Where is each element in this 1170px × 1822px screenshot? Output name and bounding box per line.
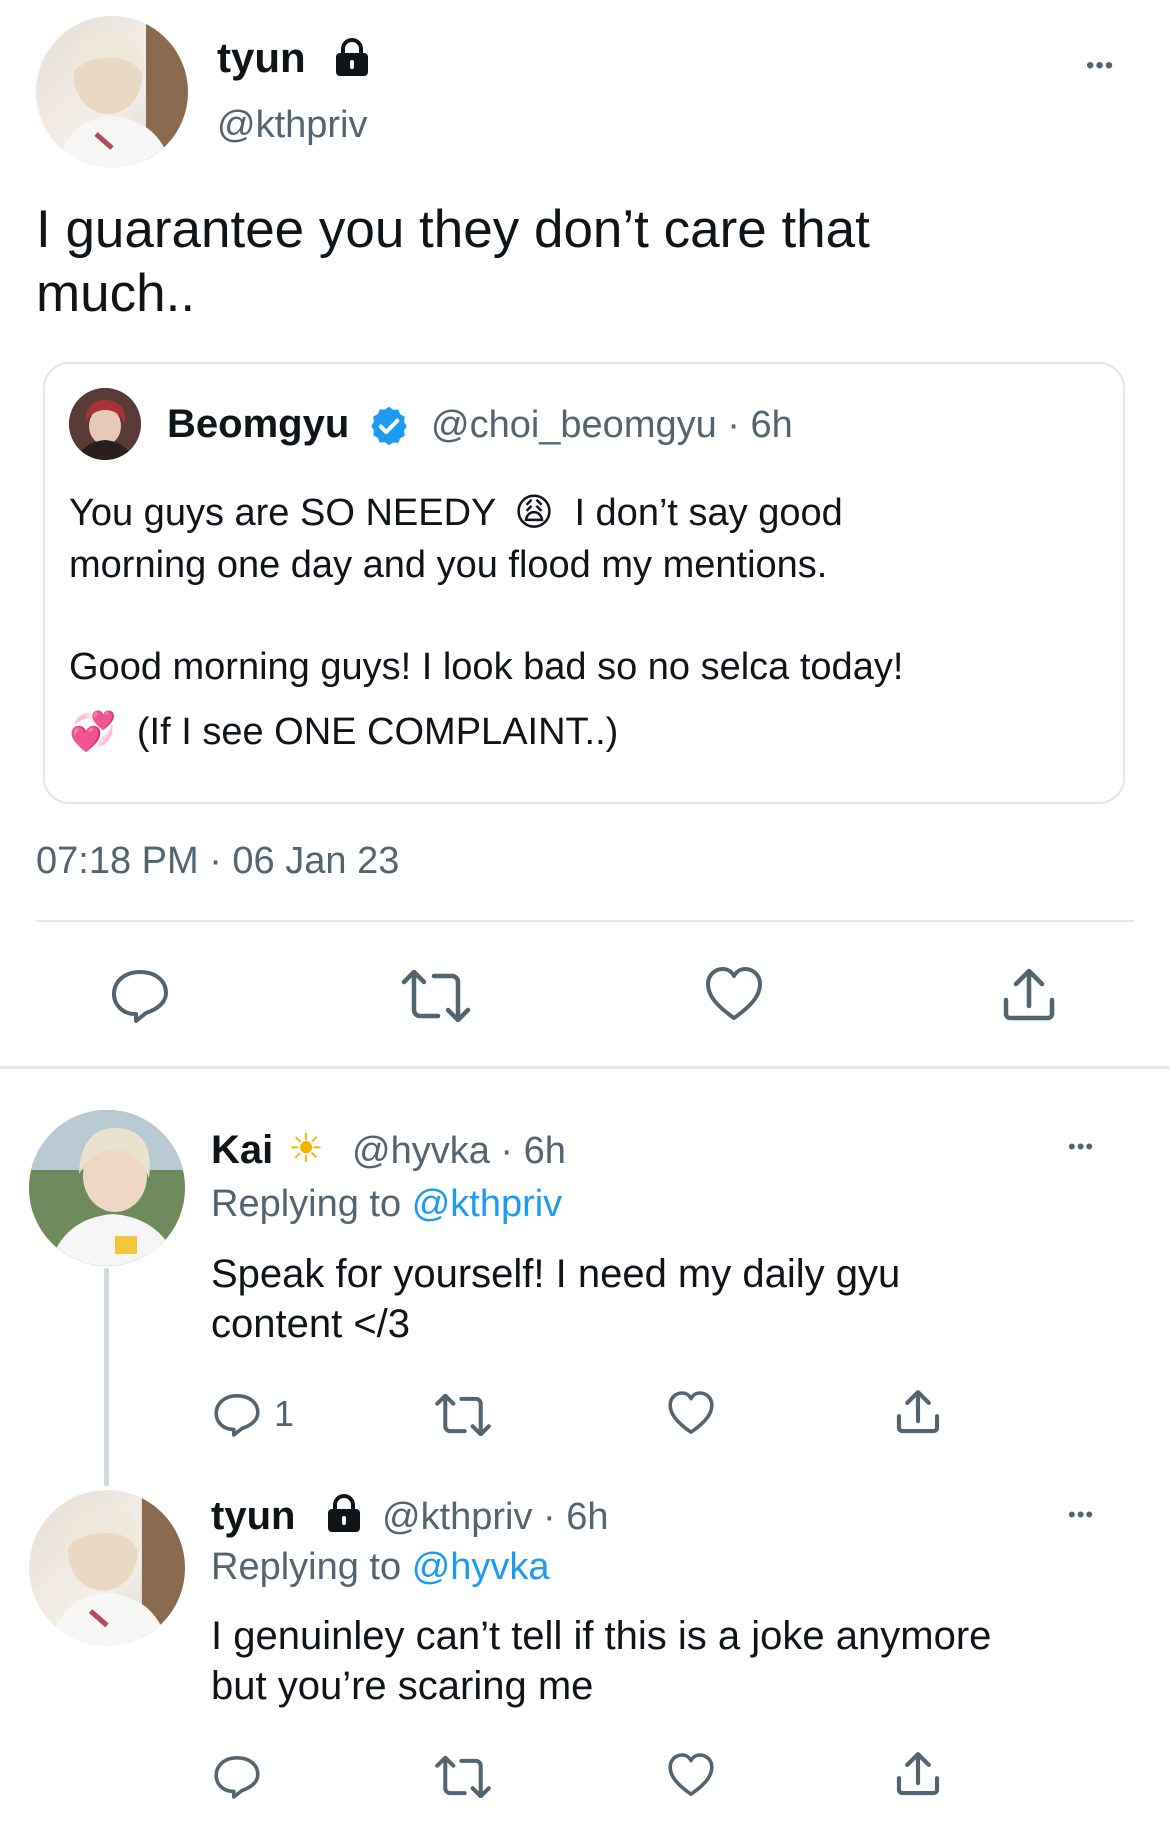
verified-badge-icon [367, 404, 411, 448]
divider-main-tweet [0, 1066, 1170, 1069]
reply2-replying-prefix: Replying to [211, 1546, 402, 1588]
quoted-text-line1-part2: I don’t say good [574, 492, 843, 534]
main-display-name[interactable]: tyun [217, 34, 306, 82]
retweet-icon[interactable] [400, 970, 472, 1022]
reply2-reply-icon[interactable] [213, 1754, 261, 1800]
thread-line [104, 1268, 109, 1486]
reply1-like-icon[interactable] [667, 1390, 715, 1436]
quoted-text-line3: Good morning guys! I look bad so no selc… [69, 646, 904, 688]
main-tweet-text-line2: much.. [36, 264, 196, 323]
reply2-retweet-icon[interactable] [434, 1756, 492, 1798]
heart-emoji: 💞 [69, 711, 117, 753]
lock-icon [332, 38, 372, 78]
quoted-text-line4: 💞 (If I see ONE COMPLAINT..) [69, 710, 618, 754]
reply2-like-icon[interactable] [667, 1752, 715, 1798]
main-handle[interactable]: @kthpriv [217, 104, 368, 147]
reply1-replying-handle-link[interactable]: @kthpriv [412, 1183, 563, 1225]
sun-emoji: ☀ [288, 1127, 324, 1171]
main-tweet-text-line1: I guarantee you they don’t care that [36, 200, 870, 259]
reply1-display-name[interactable]: Kai [211, 1128, 273, 1173]
reply2-lock-icon [324, 1494, 364, 1534]
quoted-tweet-card[interactable]: Beomgyu @choi_beomgyu · 6h You guys are … [43, 362, 1125, 804]
quoted-text-line1: You guys are SO NEEDY 😩 I don’t say good [69, 490, 843, 535]
reply2-display-name[interactable]: tyun [211, 1494, 295, 1539]
weary-face-emoji: 😩 [514, 492, 554, 534]
reply-icon[interactable] [110, 968, 170, 1024]
reply1-text-line1: Speak for yourself! I need my daily gyu [211, 1252, 901, 1296]
reply2-share-icon[interactable] [894, 1750, 942, 1798]
share-icon[interactable] [1000, 966, 1058, 1024]
reply1-more-options-button[interactable]: ••• [1068, 1134, 1094, 1160]
reply2-text-line2: but you’re scaring me [211, 1664, 594, 1708]
reply2-more-options-button[interactable]: ••• [1068, 1502, 1094, 1528]
reply2-text-line1: I genuinley can’t tell if this is a joke… [211, 1614, 992, 1658]
reply1-replying-prefix: Replying to [211, 1183, 402, 1225]
more-options-button[interactable]: ••• [1086, 52, 1114, 80]
reply1-handle-time[interactable]: @hyvka · 6h [352, 1130, 566, 1173]
reply1-retweet-icon[interactable] [434, 1394, 492, 1436]
quoted-text-line4-text: (If I see ONE COMPLAINT..) [136, 711, 619, 753]
quoted-display-name[interactable]: Beomgyu [167, 402, 349, 447]
reply1-share-icon[interactable] [894, 1388, 942, 1436]
reply2-replying-to: Replying to @hyvka [211, 1546, 550, 1589]
quoted-text-line1-part1: You guys are SO NEEDY [69, 492, 496, 534]
reply2-handle-time[interactable]: @kthpriv · 6h [382, 1496, 609, 1539]
divider-timestamp [36, 920, 1134, 922]
reply1-reply-count: 1 [274, 1393, 295, 1434]
quoted-handle-time[interactable]: @choi_beomgyu · 6h [431, 404, 793, 447]
quoted-text-line2: morning one day and you flood my mention… [69, 544, 828, 586]
avatar-kai[interactable] [29, 1110, 185, 1266]
reply2-replying-handle-link[interactable]: @hyvka [412, 1546, 550, 1588]
like-icon[interactable] [704, 966, 764, 1022]
reply1-replying-to: Replying to @kthpriv [211, 1183, 562, 1226]
avatar-tyun-reply[interactable] [29, 1490, 185, 1646]
avatar-beomgyu[interactable] [69, 388, 141, 460]
avatar-tyun[interactable] [36, 16, 188, 168]
main-timestamp[interactable]: 07:18 PM · 06 Jan 23 [36, 840, 399, 883]
reply1-text-line2: content </3 [211, 1302, 411, 1346]
reply1-reply-icon[interactable] [213, 1392, 261, 1438]
